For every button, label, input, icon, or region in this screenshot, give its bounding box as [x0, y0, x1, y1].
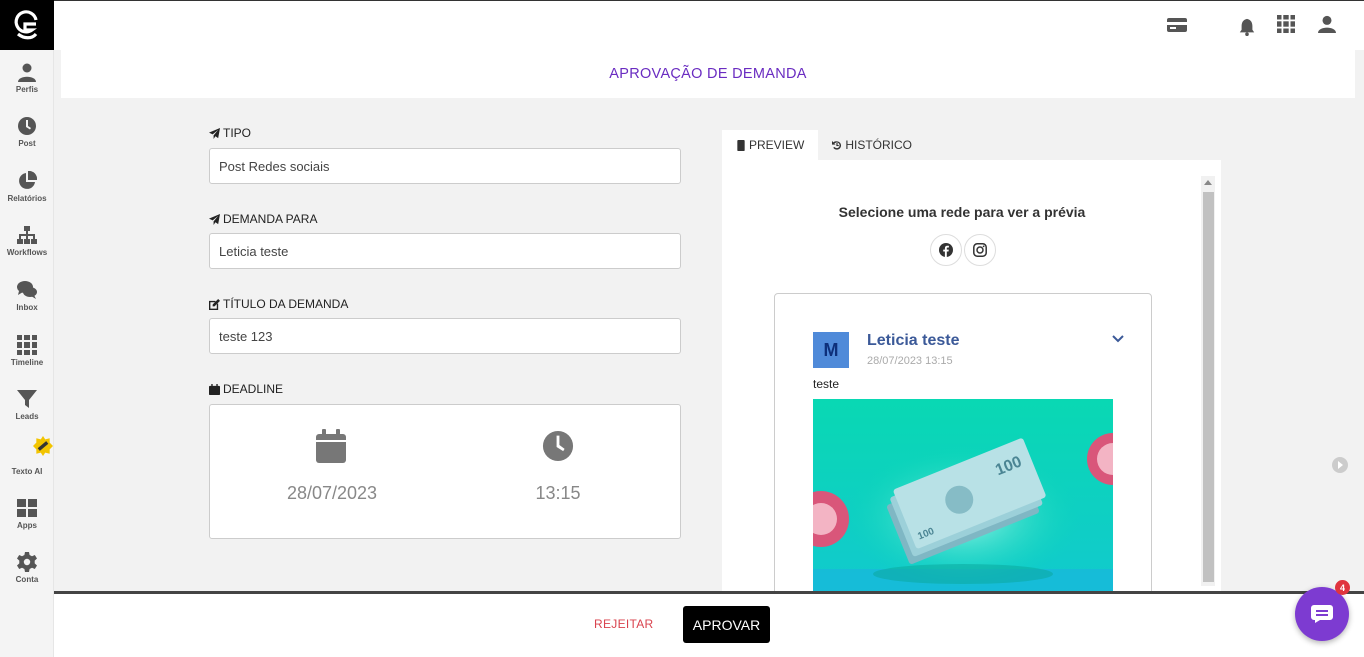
mobile-icon	[737, 139, 745, 151]
sidebar-item-perfis[interactable]: Perfis	[0, 62, 54, 94]
deadline-date: 28/07/2023	[286, 483, 378, 503]
calendar-small-icon	[209, 383, 220, 395]
sidebar-item-inbox[interactable]: Inbox	[0, 280, 54, 312]
sidebar-item-relatorios[interactable]: Relatórios	[0, 171, 54, 203]
deadline-box[interactable]: 28/07/2023 13:15	[209, 404, 681, 539]
sidebar-item-conta[interactable]: Conta	[0, 552, 54, 584]
money-image: 100 100	[813, 399, 1113, 592]
brand-logo[interactable]	[0, 0, 54, 50]
preview-tabs: PREVIEW HISTÓRICO	[722, 130, 926, 160]
grid-icon	[17, 335, 37, 355]
sidebar-item-label: Apps	[17, 521, 37, 530]
page-header: APROVAÇÃO DE DEMANDA	[61, 50, 1355, 98]
deadline-date-picker[interactable]: 28/07/2023	[252, 429, 412, 504]
sitemap-icon	[17, 226, 37, 244]
sidebar-item-label: Relatórios	[7, 194, 47, 203]
user-icon	[18, 63, 36, 82]
demanda-para-field[interactable]	[209, 233, 681, 269]
preview-scrollbar[interactable]	[1201, 176, 1215, 586]
filter-icon	[17, 390, 37, 408]
sidebar-item-label: Conta	[15, 575, 39, 584]
edit-icon	[209, 298, 220, 310]
sidebar-item-apps[interactable]: Apps	[0, 498, 54, 530]
reject-button[interactable]: REJEITAR	[594, 617, 654, 631]
sidebar-item-label: Post	[18, 139, 36, 148]
logo-icon	[14, 10, 38, 40]
instagram-button[interactable]	[964, 234, 996, 266]
preview-panel: Selecione uma rede para ver a prévia M L…	[722, 160, 1221, 592]
tipo-field[interactable]	[209, 148, 681, 184]
chevron-right-icon	[1338, 461, 1343, 469]
credit-card-icon[interactable]	[1167, 15, 1187, 35]
chat-icon	[1311, 605, 1333, 623]
pie-chart-icon	[19, 171, 37, 189]
paper-plane-icon	[209, 127, 220, 139]
chat-notification-badge: 4	[1335, 580, 1350, 595]
demanda-para-label: DEMANDA PARA	[209, 212, 317, 226]
post-preview-card: M Leticia teste 28/07/2023 13:15 teste 1…	[774, 293, 1152, 592]
approve-button[interactable]: APROVAR	[683, 606, 770, 643]
paper-plane-icon	[209, 213, 220, 225]
top-bar	[54, 0, 1364, 50]
sidebar-item-label: Perfis	[15, 85, 39, 94]
tipo-label: TIPO	[209, 126, 251, 140]
apps-grid-icon[interactable]	[1277, 14, 1295, 34]
post-author: Leticia teste	[867, 332, 960, 349]
sidebar-item-label: Inbox	[16, 303, 38, 312]
preview-prompt: Selecione uma rede para ver a prévia	[838, 204, 1086, 220]
calendar-icon	[316, 429, 346, 463]
apps-icon	[17, 499, 37, 517]
clock-icon	[18, 117, 36, 135]
page-title: APROVAÇÃO DE DEMANDA	[609, 66, 807, 82]
sidebar-item-label: Timeline	[10, 358, 44, 367]
sidebar-item-workflows[interactable]: Workflows	[0, 225, 54, 257]
post-timestamp: 28/07/2023 13:15	[867, 355, 953, 367]
sidebar-item-post[interactable]: Post	[0, 116, 54, 148]
tab-preview[interactable]: PREVIEW	[722, 130, 819, 160]
post-text: teste	[813, 377, 840, 391]
deadline-time: 13:15	[535, 483, 581, 503]
deadline-time-picker[interactable]: 13:15	[478, 429, 638, 504]
scroll-up-arrow[interactable]	[1204, 180, 1212, 185]
sidebar-item-label: Leads	[15, 412, 39, 421]
instagram-icon	[973, 243, 987, 257]
deadline-label: DEADLINE	[209, 382, 283, 396]
facebook-icon	[939, 243, 953, 257]
clock-icon	[542, 430, 574, 462]
avatar: M	[813, 332, 849, 368]
comments-icon	[17, 281, 37, 299]
sidebar-item-label: Workflows	[6, 248, 48, 257]
bell-icon[interactable]	[1238, 17, 1256, 37]
sidebar: Perfis Post Relatórios Workflows Inbox T…	[0, 0, 54, 657]
post-image: 100 100	[813, 399, 1113, 592]
new-badge-icon	[33, 436, 53, 456]
facebook-button[interactable]	[930, 234, 962, 266]
titulo-label: TÍTULO DA DEMANDA	[209, 297, 348, 311]
sidebar-item-texto-ai[interactable]: Texto AI	[0, 436, 54, 476]
titulo-field[interactable]	[209, 318, 681, 354]
tab-historico[interactable]: HISTÓRICO	[818, 130, 926, 160]
history-icon	[832, 140, 842, 150]
sidebar-item-label: Texto AI	[11, 467, 43, 476]
chevron-down-icon[interactable]	[1112, 334, 1124, 344]
action-bar: REJEITAR APROVAR	[54, 591, 1364, 657]
carousel-next-button[interactable]	[1332, 457, 1348, 473]
sidebar-item-timeline[interactable]: Timeline	[0, 335, 54, 367]
gear-icon	[17, 552, 37, 572]
chat-widget-button[interactable]	[1295, 587, 1349, 641]
sidebar-item-leads[interactable]: Leads	[0, 389, 54, 421]
scroll-thumb[interactable]	[1203, 192, 1214, 582]
user-account-icon[interactable]	[1318, 14, 1336, 34]
